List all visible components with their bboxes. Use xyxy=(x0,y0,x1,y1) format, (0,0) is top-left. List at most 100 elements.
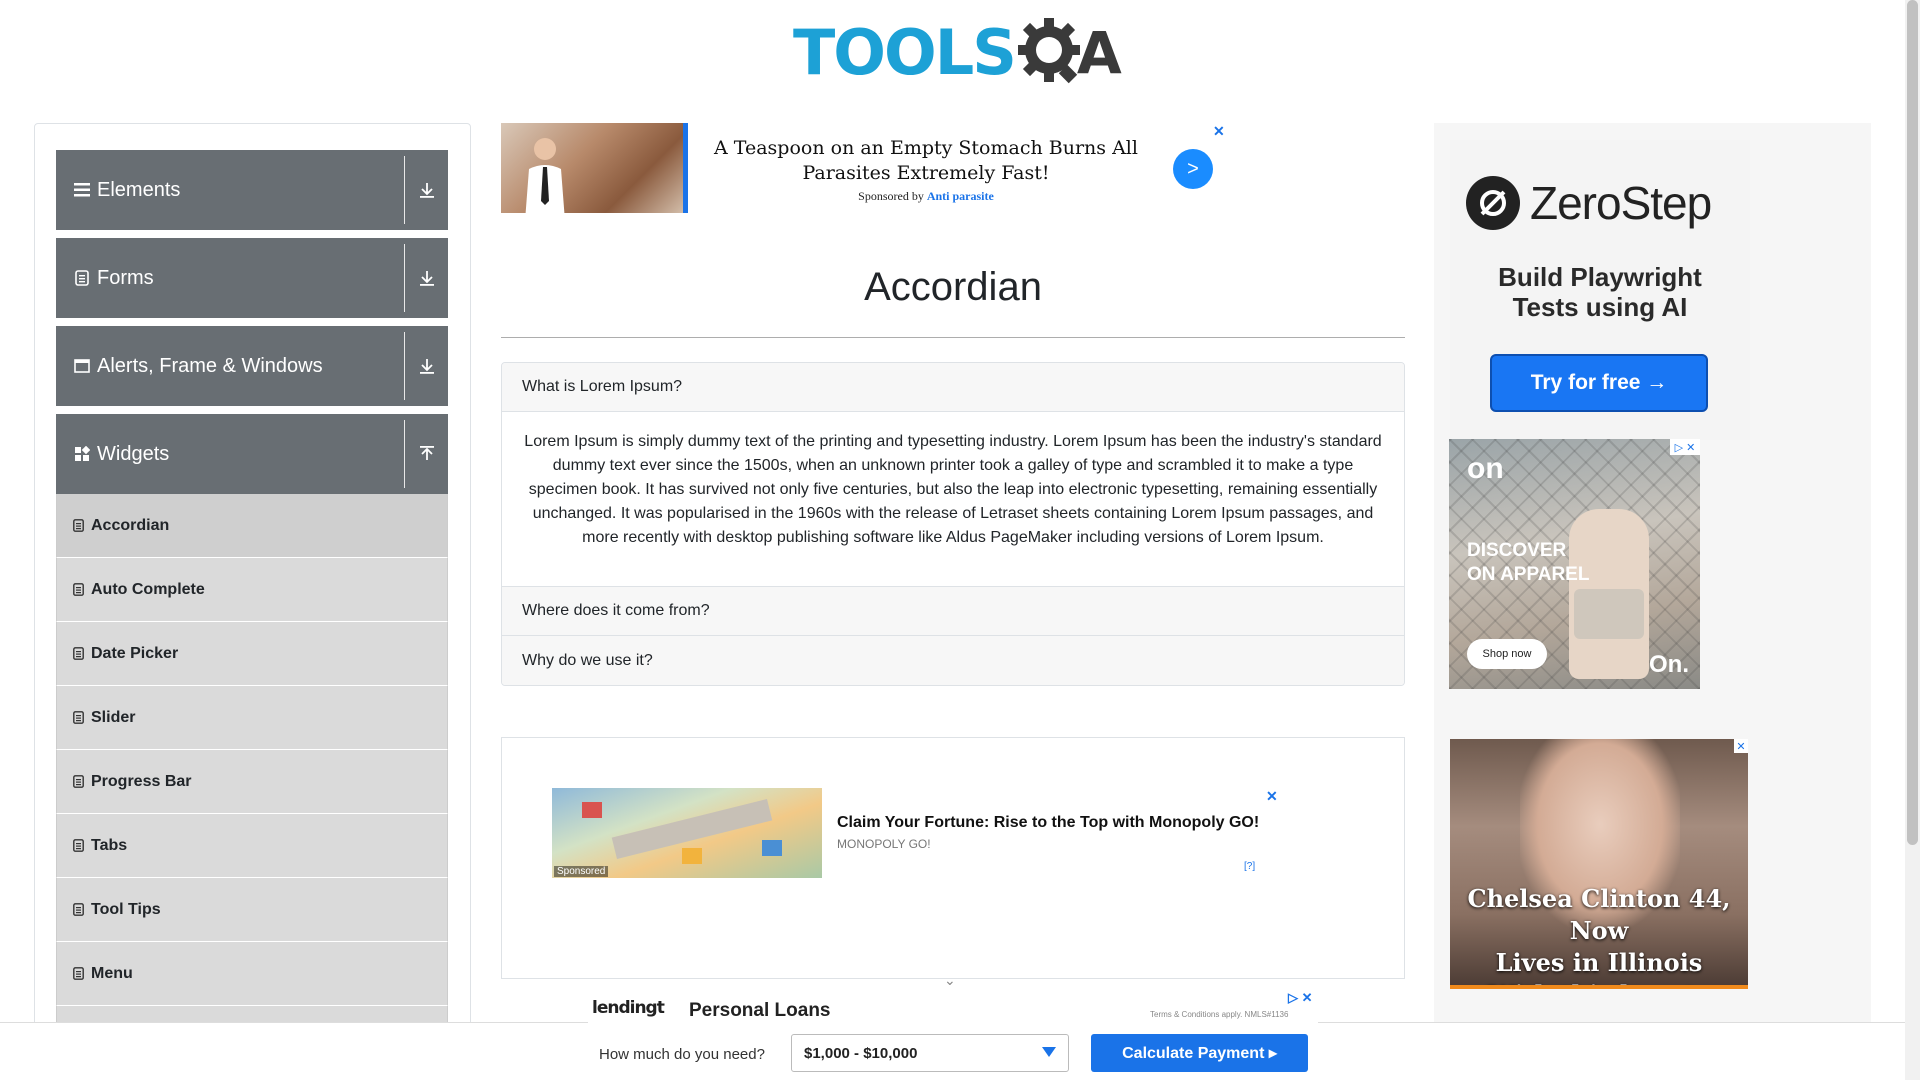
zerostep-logo: ZeroStep xyxy=(1466,176,1712,230)
sidebar-group-label: Elements xyxy=(97,178,181,201)
lender-logo: lendingt xyxy=(592,998,665,1018)
widgets-menu-list: Accordian Auto Complete Date Picker Slid… xyxy=(56,494,448,1070)
chevron-down-icon[interactable]: ⌄ xyxy=(944,972,956,989)
headline-line: Chelsea Clinton 44, Now xyxy=(1467,884,1731,945)
zerostep-icon xyxy=(1466,176,1520,230)
ad-image-house xyxy=(682,848,702,864)
menu-item-accordian[interactable]: Accordian xyxy=(56,494,448,558)
on-ad-text: DISCOVER ON APPAREL xyxy=(1467,539,1589,587)
ad-shorts xyxy=(1574,589,1644,639)
form-icon xyxy=(72,583,84,597)
accordion: What is Lorem Ipsum? Lorem Ipsum is simp… xyxy=(501,362,1405,686)
close-icon[interactable]: ✕ xyxy=(1266,788,1278,805)
menu-item-label: Accordian xyxy=(91,516,170,534)
widgets-icon xyxy=(73,445,91,463)
personal-loans-ad[interactable]: lendingt Personal Loans Terms & Conditio… xyxy=(588,990,1318,1080)
close-icon[interactable]: ✕ xyxy=(1213,123,1225,140)
sidebar-group-label: Widgets xyxy=(97,442,170,465)
scrollbar-thumb[interactable] xyxy=(1907,0,1918,845)
sidebar-group-elements[interactable]: Elements xyxy=(56,150,448,230)
download-icon[interactable] xyxy=(405,181,448,199)
menu-item-label: Auto Complete xyxy=(91,580,205,598)
menu-item-progress-bar[interactable]: Progress Bar xyxy=(56,750,448,814)
top-banner-ad[interactable]: A Teaspoon on an Empty Stomach Burns All… xyxy=(501,123,1229,213)
sidebar-group-forms[interactable]: Forms xyxy=(56,238,448,318)
sidebar-group-widgets[interactable]: Widgets xyxy=(56,414,448,494)
shop-now-button[interactable]: Shop now xyxy=(1467,639,1547,669)
monopoly-ad[interactable]: Sponsored Claim Your Fortune: Rise to th… xyxy=(552,788,1280,878)
hamburger-icon xyxy=(73,181,91,199)
on-text-line: DISCOVER xyxy=(1467,540,1567,561)
logo-suffix: A xyxy=(1076,19,1122,87)
download-icon[interactable] xyxy=(405,269,448,287)
menu-item-label: Tool Tips xyxy=(91,900,161,918)
form-icon xyxy=(72,903,84,917)
close-icon[interactable]: ✕ xyxy=(1734,739,1748,753)
on-brand: On. xyxy=(1649,651,1689,678)
form-icon xyxy=(72,647,84,661)
menu-item-date-picker[interactable]: Date Picker xyxy=(56,622,448,686)
zerostep-name: ZeroStep xyxy=(1530,177,1712,229)
loan-amount-select[interactable]: $1,000 - $10,000 xyxy=(791,1034,1069,1072)
page-title: Accordian xyxy=(864,265,1042,309)
tagline-line: Tests using AI xyxy=(1512,292,1688,322)
form-icon xyxy=(72,711,84,725)
sidebar-group-label: Forms xyxy=(97,266,154,289)
on-text-line: ON APPAREL xyxy=(1467,564,1590,585)
toolsqa-logo[interactable]: TOOLS A xyxy=(793,16,1122,90)
menu-item-tool-tips[interactable]: Tool Tips xyxy=(56,878,448,942)
ad-brand: MONOPOLY GO! xyxy=(837,837,931,851)
calculate-payment-button[interactable]: Calculate Payment ▸ xyxy=(1091,1034,1308,1072)
on-apparel-ad[interactable]: on DISCOVER ON APPAREL Shop now On. ▷ ✕ xyxy=(1449,439,1700,689)
menu-item-menu[interactable]: Menu xyxy=(56,942,448,1006)
sponsor-link[interactable]: Anti parasite xyxy=(927,189,994,203)
menu-item-tabs[interactable]: Tabs xyxy=(56,814,448,878)
chelsea-clinton-ad[interactable]: Chelsea Clinton 44, Now Lives in Illinoi… xyxy=(1450,739,1748,989)
form-icon xyxy=(72,519,84,533)
accordion-header-what-is-lorem-ipsum[interactable]: What is Lorem Ipsum? xyxy=(502,363,1404,412)
menu-item-label: Slider xyxy=(91,708,136,726)
ad-image-house xyxy=(762,840,782,856)
chevron-down-icon xyxy=(1042,1047,1056,1057)
menu-item-auto-complete[interactable]: Auto Complete xyxy=(56,558,448,622)
sidebar-group-alerts[interactable]: Alerts, Frame & Windows xyxy=(56,326,448,406)
menu-item-label: Date Picker xyxy=(91,644,179,662)
ad-image-house xyxy=(582,802,602,818)
try-for-free-button[interactable]: Try for free → xyxy=(1490,354,1708,412)
form-icon xyxy=(72,967,84,981)
left-sidebar: Elements Forms Alerts, Frame & Windows W… xyxy=(34,123,471,1080)
sponsored-by-label: Sponsored by xyxy=(858,189,924,203)
form-icon xyxy=(72,839,84,853)
logo-text: TOOLS xyxy=(793,16,1017,89)
man-figure xyxy=(525,138,565,213)
ad-image: Sponsored xyxy=(552,788,822,878)
ad-headline: Chelsea Clinton 44, Now Lives in Illinoi… xyxy=(1450,883,1748,989)
form-icon xyxy=(72,775,84,789)
close-icon[interactable]: ▷ ✕ xyxy=(1670,439,1700,455)
ad-go-button[interactable]: > xyxy=(1173,149,1213,189)
accordion-header-why-do-we-use-it[interactable]: Why do we use it? xyxy=(502,636,1404,685)
menu-item-label: Tabs xyxy=(91,836,128,854)
menu-item-label: Menu xyxy=(91,964,133,982)
ad-image xyxy=(501,123,688,213)
zerostep-ad[interactable]: ZeroStep Build Playwright Tests using AI… xyxy=(1450,140,1750,440)
accordion-header-where-does-it-come-from[interactable]: Where does it come from? xyxy=(502,587,1404,636)
download-icon[interactable] xyxy=(405,357,448,375)
close-icon[interactable]: ▷ ✕ xyxy=(1288,990,1313,1006)
loan-question: How much do you need? xyxy=(599,1046,765,1063)
mid-ad-container: Sponsored Claim Your Fortune: Rise to th… xyxy=(501,737,1405,979)
menu-item-label: Progress Bar xyxy=(91,772,192,790)
ad-sponsor-line: Sponsored by Anti parasite xyxy=(706,189,1146,204)
ad-title: A Teaspoon on an Empty Stomach Burns All… xyxy=(714,137,1138,184)
select-value: $1,000 - $10,000 xyxy=(804,1044,918,1062)
upload-icon[interactable] xyxy=(405,445,448,463)
zerostep-tagline: Build Playwright Tests using AI xyxy=(1450,262,1750,322)
adchoices-icon[interactable]: [?] xyxy=(1244,861,1255,872)
on-logo: on xyxy=(1467,452,1504,485)
divider xyxy=(501,337,1405,338)
tagline-line: Build Playwright xyxy=(1498,262,1702,292)
page: TOOLS A Elements Forms Alerts, Frame & W… xyxy=(0,0,1920,1080)
sponsored-label: Sponsored xyxy=(554,866,609,877)
form-icon xyxy=(73,269,91,287)
menu-item-slider[interactable]: Slider xyxy=(56,686,448,750)
